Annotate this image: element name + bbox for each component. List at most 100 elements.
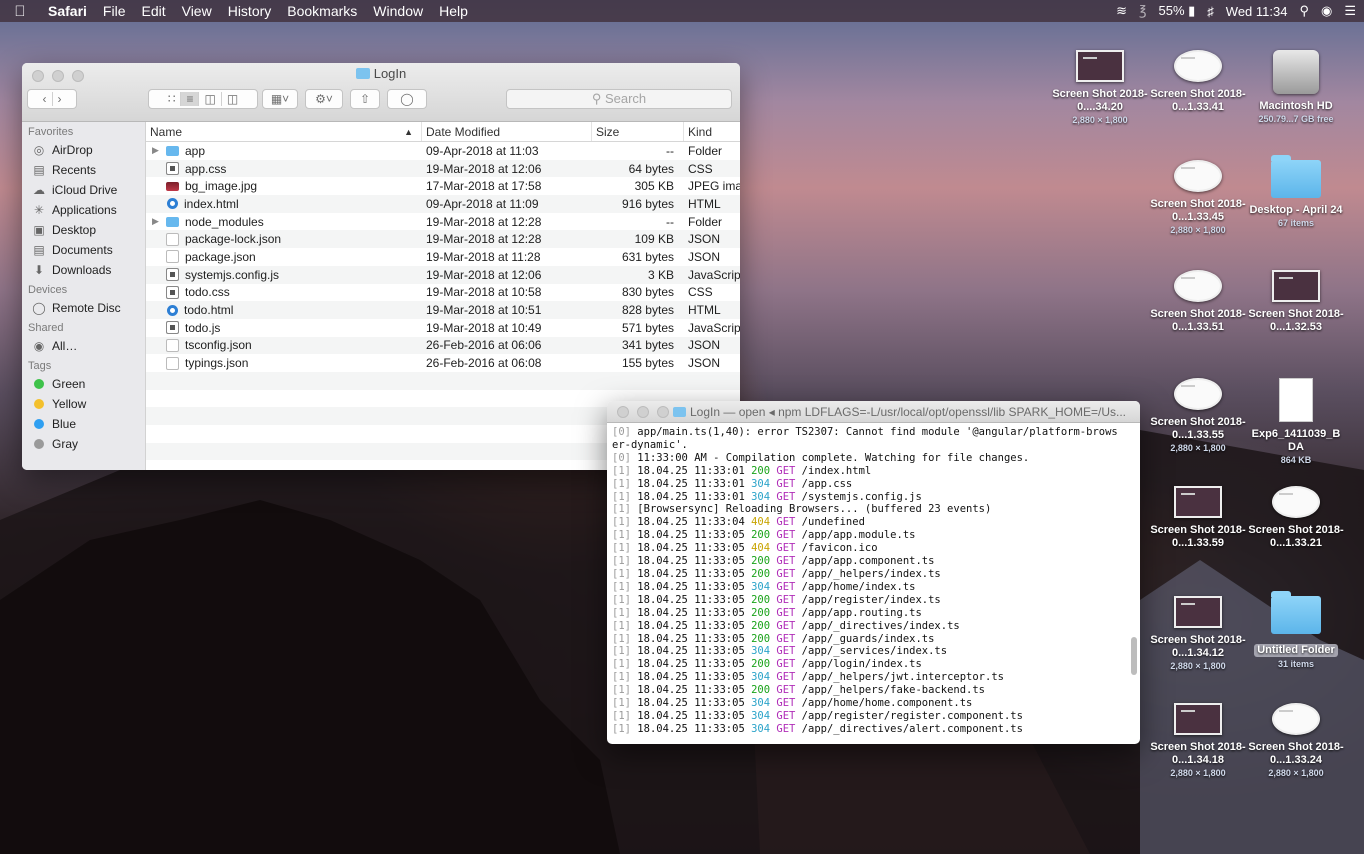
table-row[interactable]: todo.js 19-Mar-2018 at 10:49 571 bytes Java… <box>146 319 740 337</box>
request-path: /app.css <box>801 477 853 490</box>
notification-center-icon[interactable]: ☰ <box>1344 3 1356 19</box>
desktop-icon-item[interactable]: Screen Shot 2018-0...1.33.21 <box>1248 478 1344 550</box>
table-row[interactable]: package.json 19-Mar-2018 at 11:28 631 byte… <box>146 248 740 266</box>
sidebar-item-documents[interactable]: ▤ Documents <box>22 240 145 260</box>
column-header-date[interactable]: Date Modified <box>422 122 592 141</box>
process-prefix: [1] <box>612 606 638 619</box>
column-header-kind[interactable]: Kind <box>684 122 740 141</box>
minimize-button[interactable] <box>637 406 649 418</box>
desktop-icon-item[interactable]: Desktop - April 24 67 items <box>1248 152 1344 229</box>
icon-view-button[interactable]: ∷ <box>163 92 181 106</box>
request-path: /undefined <box>801 516 865 529</box>
desktop-icon-item[interactable]: Screen Shot 2018-0...1.33.59 <box>1150 478 1246 550</box>
date-modified-cell: 19-Mar-2018 at 10:58 <box>426 285 542 300</box>
desktop-icon-item[interactable]: Macintosh HD 250.79...7 GB free <box>1248 42 1344 125</box>
sidebar-item-applications[interactable]: ✳ Applications <box>22 200 145 220</box>
desktop-icon-item[interactable]: Exp6_1411039_B DA 864 KB <box>1248 370 1344 466</box>
column-view-button[interactable]: ◫ <box>198 92 220 106</box>
terminal-output[interactable]: [0] app/main.ts(1,40): error TS2307: Can… <box>607 423 1140 744</box>
gallery-view-button[interactable]: ◫ <box>220 92 243 106</box>
terminal-scrollbar[interactable] <box>1131 637 1137 675</box>
wifi-icon[interactable]: ≋ <box>1116 3 1127 19</box>
zoom-button[interactable] <box>657 406 669 418</box>
desktop-icon-item[interactable]: Screen Shot 2018-0...1.34.12 2,880 × 1,80… <box>1150 588 1246 672</box>
forward-button[interactable]: › <box>51 92 67 106</box>
desktop-icon-item[interactable]: Screen Shot 2018-0...1.32.53 <box>1248 262 1344 334</box>
sidebar-item-remote-disc[interactable]: ◯ Remote Disc <box>22 298 145 318</box>
table-row[interactable]: todo.html 19-Mar-2018 at 10:51 828 bytes HT… <box>146 301 740 319</box>
battery-status[interactable]: 55% ▮ <box>1158 3 1195 19</box>
siri-icon[interactable]: ◉ <box>1321 3 1332 19</box>
sidebar-tag-green[interactable]: Green <box>22 374 145 394</box>
sidebar-tag-gray[interactable]: Gray <box>22 434 145 454</box>
sidebar-heading-favorites: Favorites <box>28 126 74 138</box>
apple-menu-icon[interactable]:  <box>0 3 40 20</box>
menu-edit[interactable]: Edit <box>133 0 173 22</box>
menu-help[interactable]: Help <box>431 0 476 22</box>
search-field[interactable]: ⚲ Search <box>506 89 732 109</box>
terminal-line: [1] 18.04.25 11:33:05 200 GET /app/regis… <box>612 594 1135 607</box>
sidebar-item-recents[interactable]: ▤ Recents <box>22 160 145 180</box>
folder-icon <box>1271 155 1321 198</box>
desktop-icon-item[interactable]: Screen Shot 2018-0...1.33.51 <box>1150 262 1246 334</box>
sidebar-item-downloads[interactable]: ⬇ Downloads <box>22 260 145 280</box>
desktop-icon-item[interactable]: Screen Shot 2018-0...1.33.24 2,880 × 1,80… <box>1248 695 1344 779</box>
http-method: GET <box>770 709 802 722</box>
clock[interactable]: Wed 11:34 <box>1226 4 1288 19</box>
table-row[interactable]: app.css 19-Mar-2018 at 12:06 64 bytes CSS <box>146 159 740 178</box>
file-name: index.html <box>184 196 239 211</box>
terminal-line: [1] 18.04.25 11:33:05 200 GET /app/app.m… <box>612 529 1135 542</box>
table-row[interactable]: package-lock.json 19-Mar-2018 at 12:28 109… <box>146 230 740 249</box>
table-row[interactable]: tsconfig.json 26-Feb-2016 at 06:06 341 byt… <box>146 336 740 355</box>
size-cell: -- <box>666 214 674 229</box>
menu-window[interactable]: Window <box>365 0 431 22</box>
disclosure-triangle-icon[interactable]: ▶ <box>152 216 166 227</box>
terminal-titlebar[interactable]: LogIn — open ◂ npm LDFLAGS=-L/usr/local/… <box>607 401 1140 423</box>
date-modified-cell: 19-Mar-2018 at 12:06 <box>426 267 542 282</box>
tags-button[interactable]: ◯ <box>387 89 427 109</box>
back-button[interactable]: ‹ <box>38 92 52 106</box>
bluetooth-icon[interactable]: ℥ <box>1139 3 1147 19</box>
disclosure-triangle-icon[interactable]: ▶ <box>152 145 166 156</box>
volume-icon[interactable]: ♯ <box>1207 4 1214 19</box>
menu-bookmarks[interactable]: Bookmarks <box>279 0 365 22</box>
share-button[interactable]: ⇧ <box>350 89 380 109</box>
table-row[interactable]: index.html 09-Apr-2018 at 11:09 916 bytes H… <box>146 195 740 213</box>
log-timestamp: 18.04.25 11:33:04 <box>637 516 752 529</box>
terminal-title: LogIn — open ◂ npm LDFLAGS=-L/usr/local/… <box>690 405 1127 419</box>
finder-titlebar[interactable]: LogIn ‹ › ∷ ≡ ◫ ◫ ▦˅ ⚙˅ ⇧ ◯ ⚲ Search <box>22 63 740 122</box>
desktop-icon-item[interactable]: Untitled Folder 31 items <box>1248 588 1344 670</box>
table-row[interactable]: todo.css 19-Mar-2018 at 10:58 830 bytes CSS <box>146 284 740 302</box>
column-header-name[interactable]: Name ▲ <box>146 122 422 141</box>
desktop-icon-item[interactable]: Screen Shot 2018-0...1.34.18 2,880 × 1,80… <box>1150 695 1246 779</box>
date-modified-cell: 26-Feb-2016 at 06:06 <box>426 338 542 353</box>
desktop-icon-item[interactable]: Screen Shot 2018-0...1.33.55 2,880 × 1,80… <box>1150 370 1246 454</box>
list-view-button[interactable]: ≡ <box>180 92 199 106</box>
menu-history[interactable]: History <box>220 0 280 22</box>
menu-safari[interactable]: Safari <box>40 0 95 22</box>
table-row[interactable]: bg_image.jpg 17-Mar-2018 at 17:58 305 KB JP… <box>146 177 740 195</box>
desktop-icon-item[interactable]: Screen Shot 2018-0....34.20 2,880 × 1,800 <box>1052 42 1148 126</box>
sidebar-tag-blue[interactable]: Blue <box>22 414 145 434</box>
desktop-icon-item[interactable]: Screen Shot 2018-0...1.33.45 2,880 × 1,80… <box>1150 152 1246 236</box>
sidebar-item-all-shared[interactable]: ◉ All… <box>22 336 145 356</box>
menu-file[interactable]: File <box>95 0 134 22</box>
arrange-button[interactable]: ▦˅ <box>262 89 298 109</box>
http-status: 304 <box>751 490 771 503</box>
sidebar-item-icloud-drive[interactable]: ☁ iCloud Drive <box>22 180 145 200</box>
action-gear-button[interactable]: ⚙˅ <box>305 89 343 109</box>
menu-view[interactable]: View <box>174 0 220 22</box>
table-row[interactable]: systemjs.config.js 19-Mar-2018 at 12:06 3 … <box>146 265 740 284</box>
sidebar-item-desktop[interactable]: ▣ Desktop <box>22 220 145 240</box>
table-row[interactable]: ▶ app 09-Apr-2018 at 11:03 -- Folder <box>146 142 740 160</box>
table-row[interactable]: typings.json 26-Feb-2016 at 06:08 155 byte… <box>146 354 740 372</box>
desktop-icon-item[interactable]: Screen Shot 2018-0...1.33.41 <box>1150 42 1246 114</box>
close-button[interactable] <box>617 406 629 418</box>
sidebar-item-airdrop[interactable]: ◎ AirDrop <box>22 140 145 160</box>
spotlight-icon[interactable]: ⚲ <box>1299 3 1309 19</box>
desktop-icon-label: Screen Shot 2018-0...1.33.21 <box>1248 524 1344 549</box>
tag-label: Gray <box>52 437 79 451</box>
sidebar-tag-yellow[interactable]: Yellow <box>22 394 145 414</box>
table-row[interactable]: ▶ node_modules 19-Mar-2018 at 12:28 -- Folde… <box>146 213 740 231</box>
column-header-size[interactable]: Size <box>592 122 684 141</box>
